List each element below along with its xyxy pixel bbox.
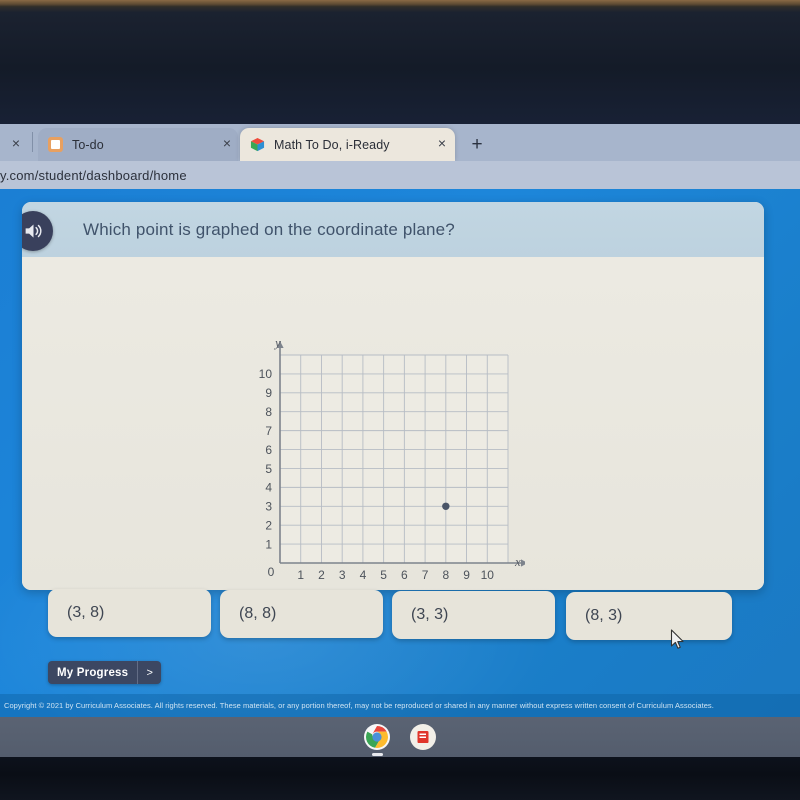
x-tick-label: 3 — [339, 568, 346, 582]
answer-choices: (3, 8) (8, 8) (3, 3) (8, 3) — [22, 587, 764, 649]
y-tick-label: 9 — [265, 386, 272, 400]
tab-close-icon-todo[interactable]: × — [219, 135, 235, 151]
plotted-point — [442, 502, 450, 510]
origin-label: 0 — [268, 565, 275, 579]
tab-divider — [32, 132, 33, 152]
footer-bar: Copyright © 2021 by Curriculum Associate… — [0, 694, 800, 717]
mouse-cursor — [670, 629, 686, 651]
laptop-bezel-top — [0, 0, 800, 124]
plot-background — [280, 355, 508, 563]
x-tick-label: 10 — [481, 568, 495, 582]
y-tick-label: 5 — [265, 462, 272, 476]
x-tick-label: 4 — [360, 568, 367, 582]
question-card: Which point is graphed on the coordinate… — [22, 202, 764, 590]
x-tick-label: 6 — [401, 568, 408, 582]
answer-option-1-label: (3, 8) — [67, 604, 105, 621]
url-text: y.com/student/dashboard/home — [0, 167, 187, 183]
my-progress-label: My Progress — [57, 666, 129, 679]
laptop-bezel-bottom — [0, 757, 800, 800]
coordinate-plane-svg: 1 2 3 4 5 6 7 8 9 1012345678910 x y 0 — [259, 335, 525, 582]
my-progress-button[interactable]: My Progress > — [48, 661, 162, 684]
y-tick-label: 2 — [265, 518, 272, 532]
browser-tab-todo[interactable]: To-do — [38, 128, 238, 161]
x-tick-label: 8 — [442, 568, 449, 582]
y-axis-label: y — [273, 335, 281, 350]
os-taskbar — [0, 717, 800, 757]
chevron-right-icon: > — [137, 661, 161, 684]
y-tick-label: 10 — [259, 367, 273, 381]
browser-url-bar[interactable]: y.com/student/dashboard/home — [0, 161, 800, 189]
x-tick-label: 1 — [297, 568, 304, 582]
answer-option-2[interactable]: (8, 8) — [220, 590, 383, 638]
x-axis-label: x — [514, 554, 521, 569]
speaker-icon[interactable] — [22, 211, 53, 251]
answer-option-3-label: (3, 3) — [411, 606, 449, 623]
answer-option-1[interactable]: (3, 8) — [48, 589, 211, 637]
x-axis-arrow — [521, 559, 525, 567]
iready-cube-icon — [250, 137, 265, 152]
y-tick-label: 7 — [265, 424, 272, 438]
tab-title-todo: To-do — [72, 137, 104, 152]
y-tick-label: 4 — [265, 481, 272, 495]
leftmost-tab-close-icon[interactable]: × — [8, 135, 24, 151]
question-body: 1 2 3 4 5 6 7 8 9 10 1 2 3 4 5 6 7 8 9 10 x y 0 — [22, 257, 764, 590]
answer-option-4[interactable]: (8, 3) — [566, 592, 732, 640]
tab-close-icon-math-to-do[interactable]: × — [434, 135, 450, 151]
chrome-icon[interactable] — [363, 723, 391, 756]
question-prompt-text: Which point is graphed on the coordinate… — [83, 219, 455, 239]
coordinate-plane-figure: 1 2 3 4 5 6 7 8 9 10 1 2 3 4 5 6 7 8 9 10 x y 0 — [22, 257, 764, 590]
browser-tab-math-to-do[interactable]: Math To Do, i-Ready — [240, 128, 455, 161]
y-tick-label: 1 — [265, 537, 272, 551]
screenshot-root: × To-do × Math To Do, i-Ready × + y.com/… — [0, 0, 800, 800]
x-tick-label: 2 — [318, 568, 325, 582]
answer-option-3[interactable]: (3, 3) — [392, 591, 555, 639]
y-tick-label: 3 — [265, 500, 272, 514]
app-icon-red[interactable] — [409, 723, 437, 751]
new-tab-button[interactable]: + — [468, 135, 486, 154]
browser-tab-strip: × To-do × Math To Do, i-Ready × + — [0, 124, 800, 161]
answer-option-4-label: (8, 3) — [585, 607, 623, 624]
copyright-text: Copyright © 2021 by Curriculum Associate… — [4, 701, 714, 710]
question-header: Which point is graphed on the coordinate… — [22, 202, 764, 257]
x-tick-label: 5 — [380, 568, 387, 582]
y-tick-label: 8 — [265, 405, 272, 419]
answer-option-2-label: (8, 8) — [239, 605, 277, 622]
tab-title-math-to-do: Math To Do, i-Ready — [274, 137, 390, 152]
x-tick-label: 7 — [422, 568, 429, 582]
contact-card-icon — [48, 137, 63, 152]
data-points — [442, 502, 450, 510]
x-tick-label: 9 — [463, 568, 470, 582]
y-tick-label: 6 — [265, 443, 272, 457]
